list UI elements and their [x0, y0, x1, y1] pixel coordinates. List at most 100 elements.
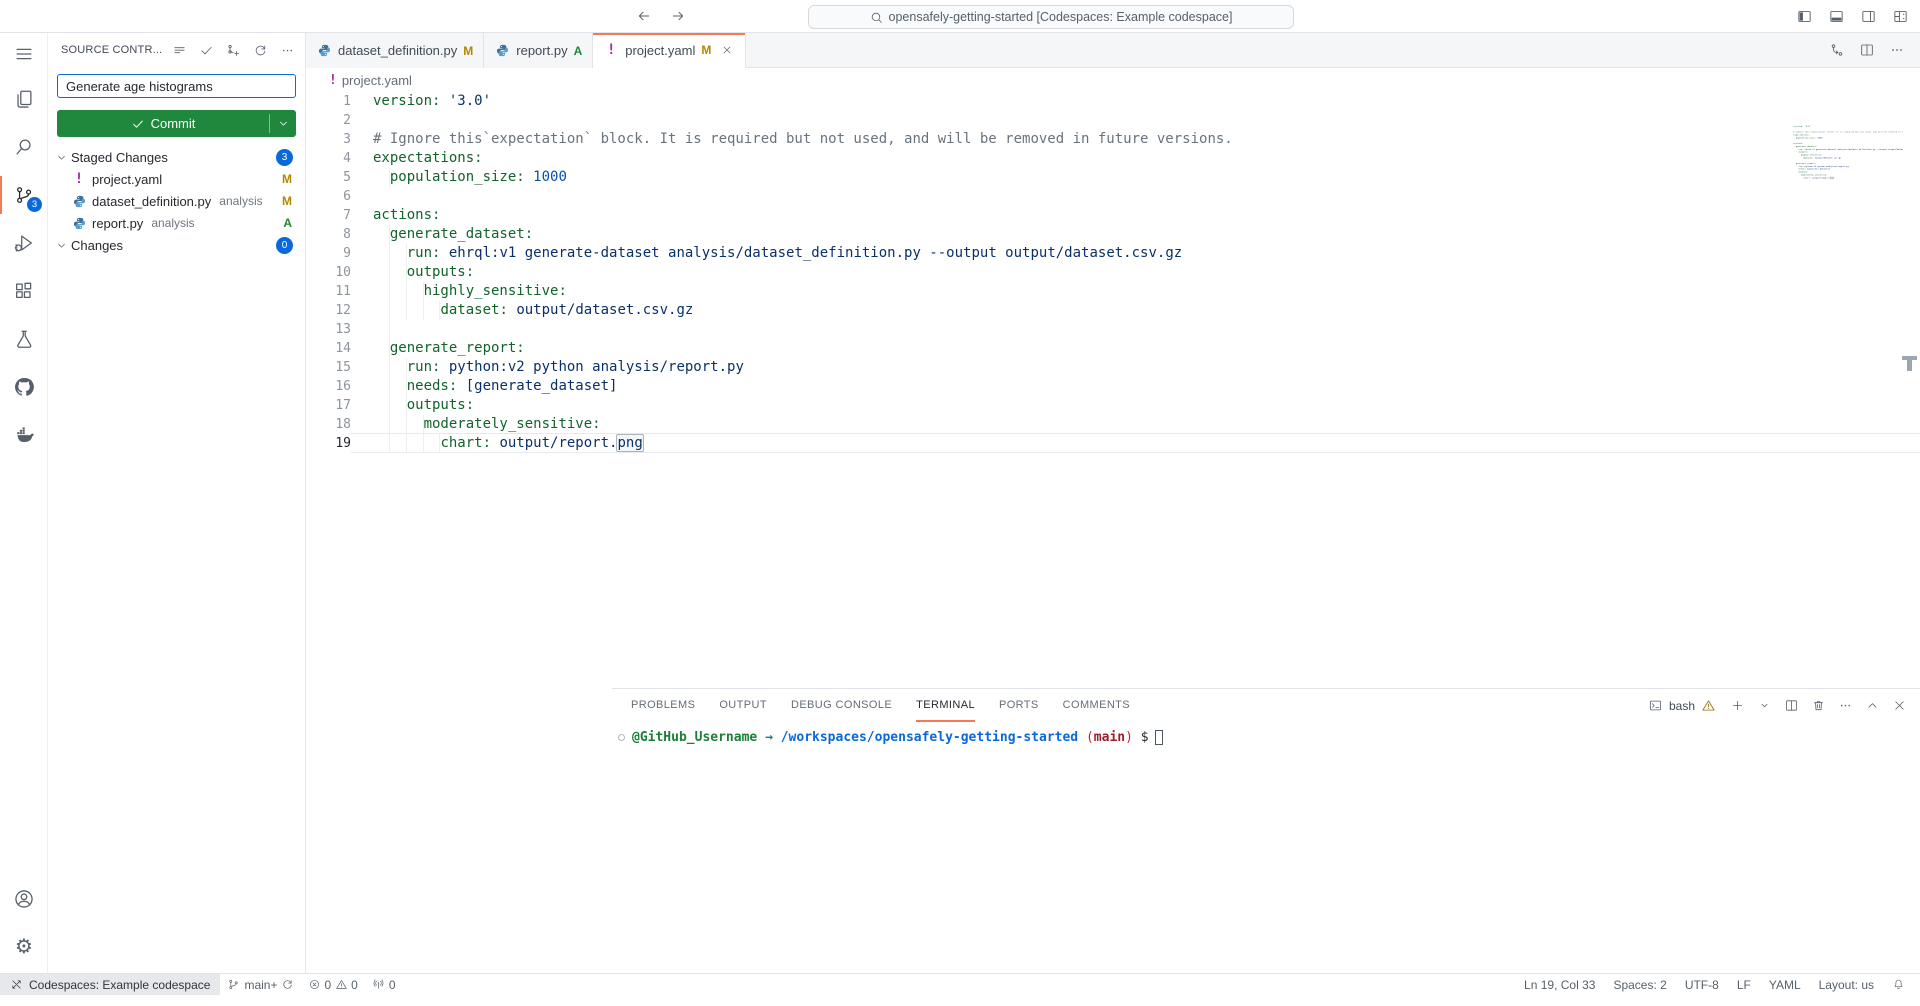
branch-status[interactable]: main+ [220, 974, 301, 995]
code-line[interactable]: 6 [306, 187, 1920, 206]
activitybar-item-extensions[interactable] [0, 267, 48, 315]
panel-tab-ports[interactable]: PORTS [999, 689, 1039, 722]
panel-tab-output[interactable]: OUTPUT [719, 689, 767, 722]
tab-report.py[interactable]: report.pyA [484, 33, 593, 68]
remote-indicator[interactable]: Codespaces: Example codespace [0, 974, 220, 995]
activitybar-item-source-control[interactable]: 3 [0, 171, 48, 219]
create-branch-icon[interactable] [225, 42, 241, 58]
command-decoration-icon[interactable] [618, 734, 625, 741]
launch-profile-icon[interactable] [1756, 697, 1773, 714]
keyboard-layout[interactable]: Layout: us [1810, 974, 1883, 995]
code-line[interactable]: 13 [306, 320, 1920, 339]
breadcrumb[interactable]: ! project.yaml [306, 68, 1920, 92]
minimap[interactable]: version: '3.0'# Ignore this`expectation`… [1790, 125, 1903, 195]
staged-changes-section[interactable]: Staged Changes 3 [48, 146, 305, 168]
code-editor[interactable]: 1version: '3.0'23# Ignore this`expectati… [306, 92, 1920, 655]
warning-icon[interactable] [1700, 697, 1717, 714]
more-icon[interactable] [1837, 697, 1854, 714]
problems-status[interactable]: 0 0 [301, 974, 364, 995]
toggle-sidebar-button[interactable] [1792, 5, 1816, 27]
command-center-search[interactable]: opensafely-getting-started [Codespaces: … [808, 5, 1294, 29]
more-icon[interactable] [1888, 41, 1906, 59]
code-line[interactable]: 3# Ignore this`expectation` block. It is… [306, 130, 1920, 149]
code-line[interactable]: 1version: '3.0' [306, 92, 1920, 111]
tab-dataset_definition.py[interactable]: dataset_definition.pyM [306, 33, 484, 68]
code-line[interactable]: 10 outputs: [306, 263, 1920, 282]
activitybar-item-search[interactable] [0, 123, 48, 171]
code-line[interactable]: 17 outputs: [306, 396, 1920, 415]
toggle-panel-button[interactable] [1824, 5, 1848, 27]
more-icon[interactable] [279, 42, 295, 58]
code-token: chart: [440, 435, 491, 451]
close-icon[interactable] [719, 42, 735, 58]
panel-tab-comments[interactable]: COMMENTS [1063, 689, 1130, 722]
activitybar-item-docker[interactable] [0, 411, 48, 459]
code-token: actions: [373, 207, 440, 223]
notifications-bell[interactable] [1883, 974, 1914, 995]
toggle-secondary-sidebar-button[interactable] [1856, 5, 1880, 27]
scm-file-project.yaml[interactable]: !project.yamlM [48, 168, 305, 190]
line-number: 7 [306, 206, 351, 225]
panel-tab-problems[interactable]: PROBLEMS [631, 689, 695, 722]
activitybar-item-account[interactable] [0, 875, 48, 923]
code-token: generate_report: [390, 340, 525, 356]
activitybar-item-menu[interactable] [0, 33, 48, 75]
view-list-icon[interactable] [171, 42, 187, 58]
back-arrow-icon[interactable] [632, 5, 656, 27]
activitybar-item-debug[interactable] [0, 219, 48, 267]
code-token: chart: [1803, 176, 1811, 178]
language-mode[interactable]: YAML [1760, 974, 1810, 995]
forward-arrow-icon[interactable] [666, 5, 690, 27]
split-editor-icon[interactable] [1858, 41, 1876, 59]
code-line[interactable]: 16 needs: [generate_dataset] [306, 377, 1920, 396]
maximize-icon[interactable] [1864, 697, 1881, 714]
commit-button[interactable]: Commit [57, 110, 296, 137]
indent-guide [439, 301, 440, 320]
changes-section[interactable]: Changes 0 [48, 234, 305, 256]
customize-layout-button[interactable] [1888, 5, 1912, 27]
code-line[interactable]: 12 dataset: output/dataset.csv.gz [306, 301, 1920, 320]
code-line[interactable]: 18 moderately_sensitive: [306, 415, 1920, 434]
activity-bar: 3 ⚙ [0, 33, 48, 973]
new-terminal-icon[interactable] [1729, 697, 1746, 714]
panel-tab-terminal[interactable]: TERMINAL [916, 689, 975, 722]
activitybar-item-github[interactable] [0, 363, 48, 411]
commit-message-input[interactable] [57, 74, 296, 98]
code-line[interactable]: 14 generate_report: [306, 339, 1920, 358]
encoding-status[interactable]: UTF-8 [1676, 974, 1728, 995]
code-line[interactable]: 8 generate_dataset: [306, 225, 1920, 244]
cursor-position[interactable]: Ln 19, Col 33 [1515, 974, 1604, 995]
scm-file-report.py[interactable]: report.pyanalysisA [48, 212, 305, 234]
shell-name[interactable]: bash [1669, 699, 1695, 713]
scm-file-dataset_definition.py[interactable]: dataset_definition.pyanalysisM [48, 190, 305, 212]
code-line[interactable]: 5 population_size: 1000 [306, 168, 1920, 187]
indentation-status[interactable]: Spaces: 2 [1604, 974, 1675, 995]
kill-terminal-icon[interactable] [1810, 697, 1827, 714]
activitybar-item-files[interactable] [0, 75, 48, 123]
terminal-pane[interactable]: @GitHub_Username → /workspaces/opensafel… [612, 722, 1920, 1006]
open-changes-icon[interactable] [1828, 41, 1846, 59]
code-line[interactable]: 4expectations: [306, 149, 1920, 168]
split-terminal-icon[interactable] [1783, 697, 1800, 714]
panel-tab-debug-console[interactable]: DEBUG CONSOLE [791, 689, 892, 722]
activitybar-item-beaker[interactable] [0, 315, 48, 363]
code-line[interactable]: chart: output/report.png [1790, 176, 1903, 179]
ports-status[interactable]: 0 [365, 974, 403, 995]
refresh-icon[interactable] [252, 42, 268, 58]
close-panel-icon[interactable] [1891, 697, 1908, 714]
code-line[interactable]: 2 [306, 111, 1920, 130]
eol-status[interactable]: LF [1728, 974, 1760, 995]
code-line[interactable]: 9 run: ehrql:v1 generate-dataset analysi… [306, 244, 1920, 263]
commit-dropdown-button[interactable] [270, 117, 296, 130]
terminal-cwd: /workspaces/opensafely-getting-started [781, 730, 1078, 745]
code-line[interactable]: 15 run: python:v2 python analysis/report… [306, 358, 1920, 377]
code-line[interactable]: 19 chart: output/report.png [306, 434, 1920, 453]
tab-label: dataset_definition.py [338, 43, 457, 58]
code-line[interactable]: 7 actions: [306, 206, 1920, 225]
tab-project.yaml[interactable]: !project.yamlM [593, 33, 746, 68]
commit-check-icon[interactable] [198, 42, 214, 58]
activitybar-item-settings[interactable]: ⚙ [0, 923, 48, 971]
extensions-icon [13, 280, 35, 302]
code-token [1793, 176, 1803, 178]
code-line[interactable]: 11 highly_sensitive: [306, 282, 1920, 301]
